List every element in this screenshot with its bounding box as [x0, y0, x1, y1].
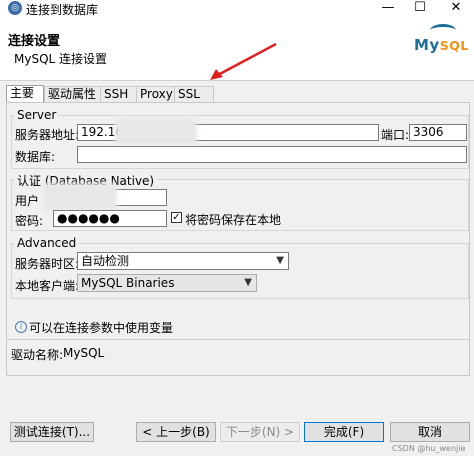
finish-button[interactable]: 完成(F) [304, 422, 384, 442]
tab-driver-properties[interactable]: 驱动属性 [44, 86, 106, 102]
info-icon: i [15, 321, 27, 333]
variables-info-text: 可以在连接参数中使用变量 [29, 321, 174, 335]
save-password-checkbox[interactable]: ✓ [171, 212, 182, 223]
next-button[interactable]: 下一步(N) > [220, 422, 300, 442]
redaction-blur [115, 118, 197, 144]
username-label: 用户 [15, 194, 40, 208]
redaction-blur [43, 183, 117, 211]
client-select[interactable]: MySQL Binaries ▼ [77, 274, 257, 292]
advanced-legend: Advanced [15, 236, 79, 250]
client-label: 本地客户端: [15, 279, 80, 293]
close-icon[interactable]: ✕ [444, 0, 468, 18]
server-legend: Server [15, 108, 59, 122]
timezone-select[interactable]: 自动检测 ▼ [77, 252, 289, 270]
database-input[interactable] [77, 146, 467, 163]
minimize-icon[interactable]: — [376, 0, 400, 18]
driver-label: 驱动名称: [11, 348, 64, 362]
page-title: 连接设置 [8, 34, 61, 49]
password-input[interactable]: ●●●●●● [53, 210, 167, 227]
back-button[interactable]: < 上一步(B) [136, 422, 216, 442]
cancel-button[interactable]: 取消 [390, 422, 470, 442]
window-title: 连接到数据库 [26, 3, 99, 17]
app-icon: ◎ [8, 1, 22, 15]
annotation-arrow-icon [210, 42, 277, 80]
chevron-down-icon: ▼ [276, 255, 284, 266]
test-connection-button[interactable]: 测试连接(T)... [10, 422, 94, 442]
mysql-logo: MySQL [414, 36, 469, 54]
password-label: 密码: [15, 214, 44, 228]
tab-ssl[interactable]: SSL [174, 86, 214, 102]
port-label: 端口: [381, 128, 410, 142]
database-label: 数据库: [15, 150, 56, 164]
driver-name: MySQL [63, 346, 105, 360]
main-panel: Server 服务器地址: 192.16 端口: 3306 数据库: 认证 (D… [6, 102, 470, 376]
tab-main[interactable]: 主要 [6, 85, 44, 103]
chevron-down-icon: ▼ [244, 277, 252, 288]
divider [7, 339, 469, 340]
timezone-label: 服务器时区: [15, 257, 80, 271]
page-subtitle: MySQL 连接设置 [14, 52, 108, 66]
save-password-label: 将密码保存在本地 [185, 213, 282, 227]
port-input[interactable]: 3306 [409, 124, 467, 141]
watermark: CSDN @hu_wenjie [392, 444, 466, 453]
host-label: 服务器地址: [15, 128, 80, 142]
maximize-icon[interactable]: ☐ [408, 0, 432, 18]
